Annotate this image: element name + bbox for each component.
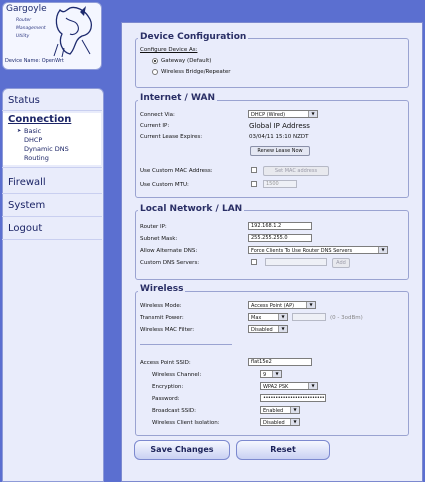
router-ip-input[interactable]: 192.168.1.2 xyxy=(248,222,312,230)
broadcast-ssid-value: Enabled xyxy=(263,408,284,414)
gateway-option-label: Gateway (Default) xyxy=(161,58,212,64)
router-ip-label: Router IP: xyxy=(140,224,167,230)
nav-divider xyxy=(2,193,102,194)
connect-via-value: DHCP (Wired) xyxy=(251,112,286,118)
nav-subitem-dynamic-dns[interactable]: Dynamic DNS xyxy=(24,145,69,153)
current-ip-label: Current IP: xyxy=(140,123,170,129)
chevron-down-icon: ▼ xyxy=(272,371,281,377)
nav-item-firewall[interactable]: Firewall xyxy=(8,177,46,188)
custom-mtu-label: Use Custom MTU: xyxy=(140,182,189,188)
nav-divider xyxy=(2,239,102,240)
custom-dns-input[interactable] xyxy=(265,258,327,266)
nav-item-logout[interactable]: Logout xyxy=(8,223,42,234)
wireless-mode-value: Access Point (AP) xyxy=(251,303,295,309)
connect-via-select[interactable]: DHCP (Wired) ▼ xyxy=(248,110,318,118)
password-label: Password: xyxy=(152,396,180,402)
current-page-arrow-icon: ➤ xyxy=(17,128,22,134)
tx-power-input[interactable] xyxy=(292,313,326,321)
broadcast-ssid-select[interactable]: Enabled ▼ xyxy=(260,406,300,414)
save-changes-button[interactable]: Save Changes xyxy=(134,440,230,460)
current-ip-value: Global IP Address xyxy=(249,122,310,130)
nav-item-system[interactable]: System xyxy=(8,200,45,211)
client-isolation-select[interactable]: Disabled ▼ xyxy=(260,418,300,426)
chevron-down-icon: ▼ xyxy=(278,326,287,332)
add-dns-button[interactable]: Add xyxy=(332,258,350,268)
wan-legend: Internet / WAN xyxy=(138,93,217,103)
custom-mac-label: Use Custom MAC Address: xyxy=(140,168,213,174)
nav-divider xyxy=(2,110,102,111)
chevron-down-icon: ▼ xyxy=(290,407,299,413)
nav-divider xyxy=(2,167,102,168)
device-config-legend: Device Configuration xyxy=(138,32,249,42)
lan-legend: Local Network / LAN xyxy=(138,204,245,214)
lease-expires-value: 03/04/11 15:10 NZDT xyxy=(249,134,309,140)
mac-filter-select[interactable]: Disabled ▼ xyxy=(248,325,288,333)
channel-value: 9 xyxy=(263,372,267,378)
client-isolation-value: Disabled xyxy=(263,420,285,426)
alt-dns-select[interactable]: Force Clients To Use Router DNS Servers ▼ xyxy=(248,246,388,254)
wireless-divider xyxy=(140,344,232,345)
encryption-label: Encryption: xyxy=(152,384,184,390)
app-title: Gargoyle xyxy=(6,4,47,14)
mac-filter-label: Wireless MAC Filter: xyxy=(140,327,195,333)
tx-power-label: Transmit Power: xyxy=(140,315,184,321)
ssid-input[interactable]: flat15e2 xyxy=(248,358,312,366)
custom-mtu-input[interactable]: 1500 xyxy=(263,180,297,188)
custom-mtu-checkbox[interactable] xyxy=(251,181,257,187)
subnet-mask-label: Subnet Mask: xyxy=(140,236,178,242)
subtitle-line: Utility xyxy=(16,34,30,39)
password-input[interactable]: •••••••••••••••••••••••••• xyxy=(260,394,326,402)
tx-power-select[interactable]: Max ▼ xyxy=(248,313,288,321)
custom-mac-checkbox[interactable] xyxy=(251,167,257,173)
gargoyle-logo-icon xyxy=(53,6,93,58)
chevron-down-icon: ▼ xyxy=(278,314,287,320)
app-subtitle: Router Management Utility xyxy=(16,17,46,41)
subtitle-line: Router xyxy=(16,18,32,23)
encryption-value: WPA2 PSK xyxy=(263,384,289,390)
nav-subitem-dhcp[interactable]: DHCP xyxy=(24,136,42,144)
configure-as-label: Configure Device As: xyxy=(140,47,198,53)
nav-item-status[interactable]: Status xyxy=(8,95,40,106)
connect-via-label: Connect Via: xyxy=(140,112,175,118)
chevron-down-icon: ▼ xyxy=(308,111,317,117)
lan-fieldset xyxy=(135,210,409,280)
lease-expires-label: Current Lease Expires: xyxy=(140,134,203,140)
chevron-down-icon: ▼ xyxy=(378,247,387,253)
client-isolation-label: Wireless Client Isolation: xyxy=(152,420,220,426)
custom-dns-checkbox[interactable] xyxy=(251,259,257,265)
bridge-radio[interactable] xyxy=(152,69,158,75)
wireless-mode-label: Wireless Mode: xyxy=(140,303,182,309)
nav-subitem-routing[interactable]: Routing xyxy=(24,154,49,162)
nav-subitem-basic[interactable]: Basic xyxy=(24,127,41,135)
ssid-label: Access Point SSID: xyxy=(140,360,191,366)
nav-divider xyxy=(2,216,102,217)
tx-power-unit: (0 - 3odBm) xyxy=(330,315,363,321)
chevron-down-icon: ▼ xyxy=(290,419,299,425)
chevron-down-icon: ▼ xyxy=(308,383,317,389)
mac-filter-value: Disabled xyxy=(251,327,273,333)
subnet-mask-input[interactable]: 255.255.255.0 xyxy=(248,234,312,242)
bridge-option-label: Wireless Bridge/Repeater xyxy=(161,69,231,75)
wireless-legend: Wireless xyxy=(138,284,186,294)
channel-label: Wireless Channel: xyxy=(152,372,202,378)
channel-select[interactable]: 9 ▼ xyxy=(260,370,282,378)
gateway-radio[interactable] xyxy=(152,58,158,64)
device-name: Device Name: OpenWrt xyxy=(5,58,64,64)
chevron-down-icon: ▼ xyxy=(306,302,315,308)
set-mac-button[interactable]: Set MAC address xyxy=(263,166,329,176)
alt-dns-value: Force Clients To Use Router DNS Servers xyxy=(251,248,353,254)
nav-item-connection[interactable]: Connection xyxy=(8,114,71,125)
subtitle-line: Management xyxy=(16,26,46,31)
tx-power-value: Max xyxy=(251,315,262,321)
reset-button[interactable]: Reset xyxy=(236,440,330,460)
renew-lease-button[interactable]: Renew Lease Now xyxy=(250,146,310,156)
custom-dns-label: Custom DNS Servers: xyxy=(140,260,200,266)
alt-dns-label: Allow Alternate DNS: xyxy=(140,248,198,254)
encryption-select[interactable]: WPA2 PSK ▼ xyxy=(260,382,318,390)
wireless-mode-select[interactable]: Access Point (AP) ▼ xyxy=(248,301,316,309)
broadcast-ssid-label: Broadcast SSID: xyxy=(152,408,196,414)
